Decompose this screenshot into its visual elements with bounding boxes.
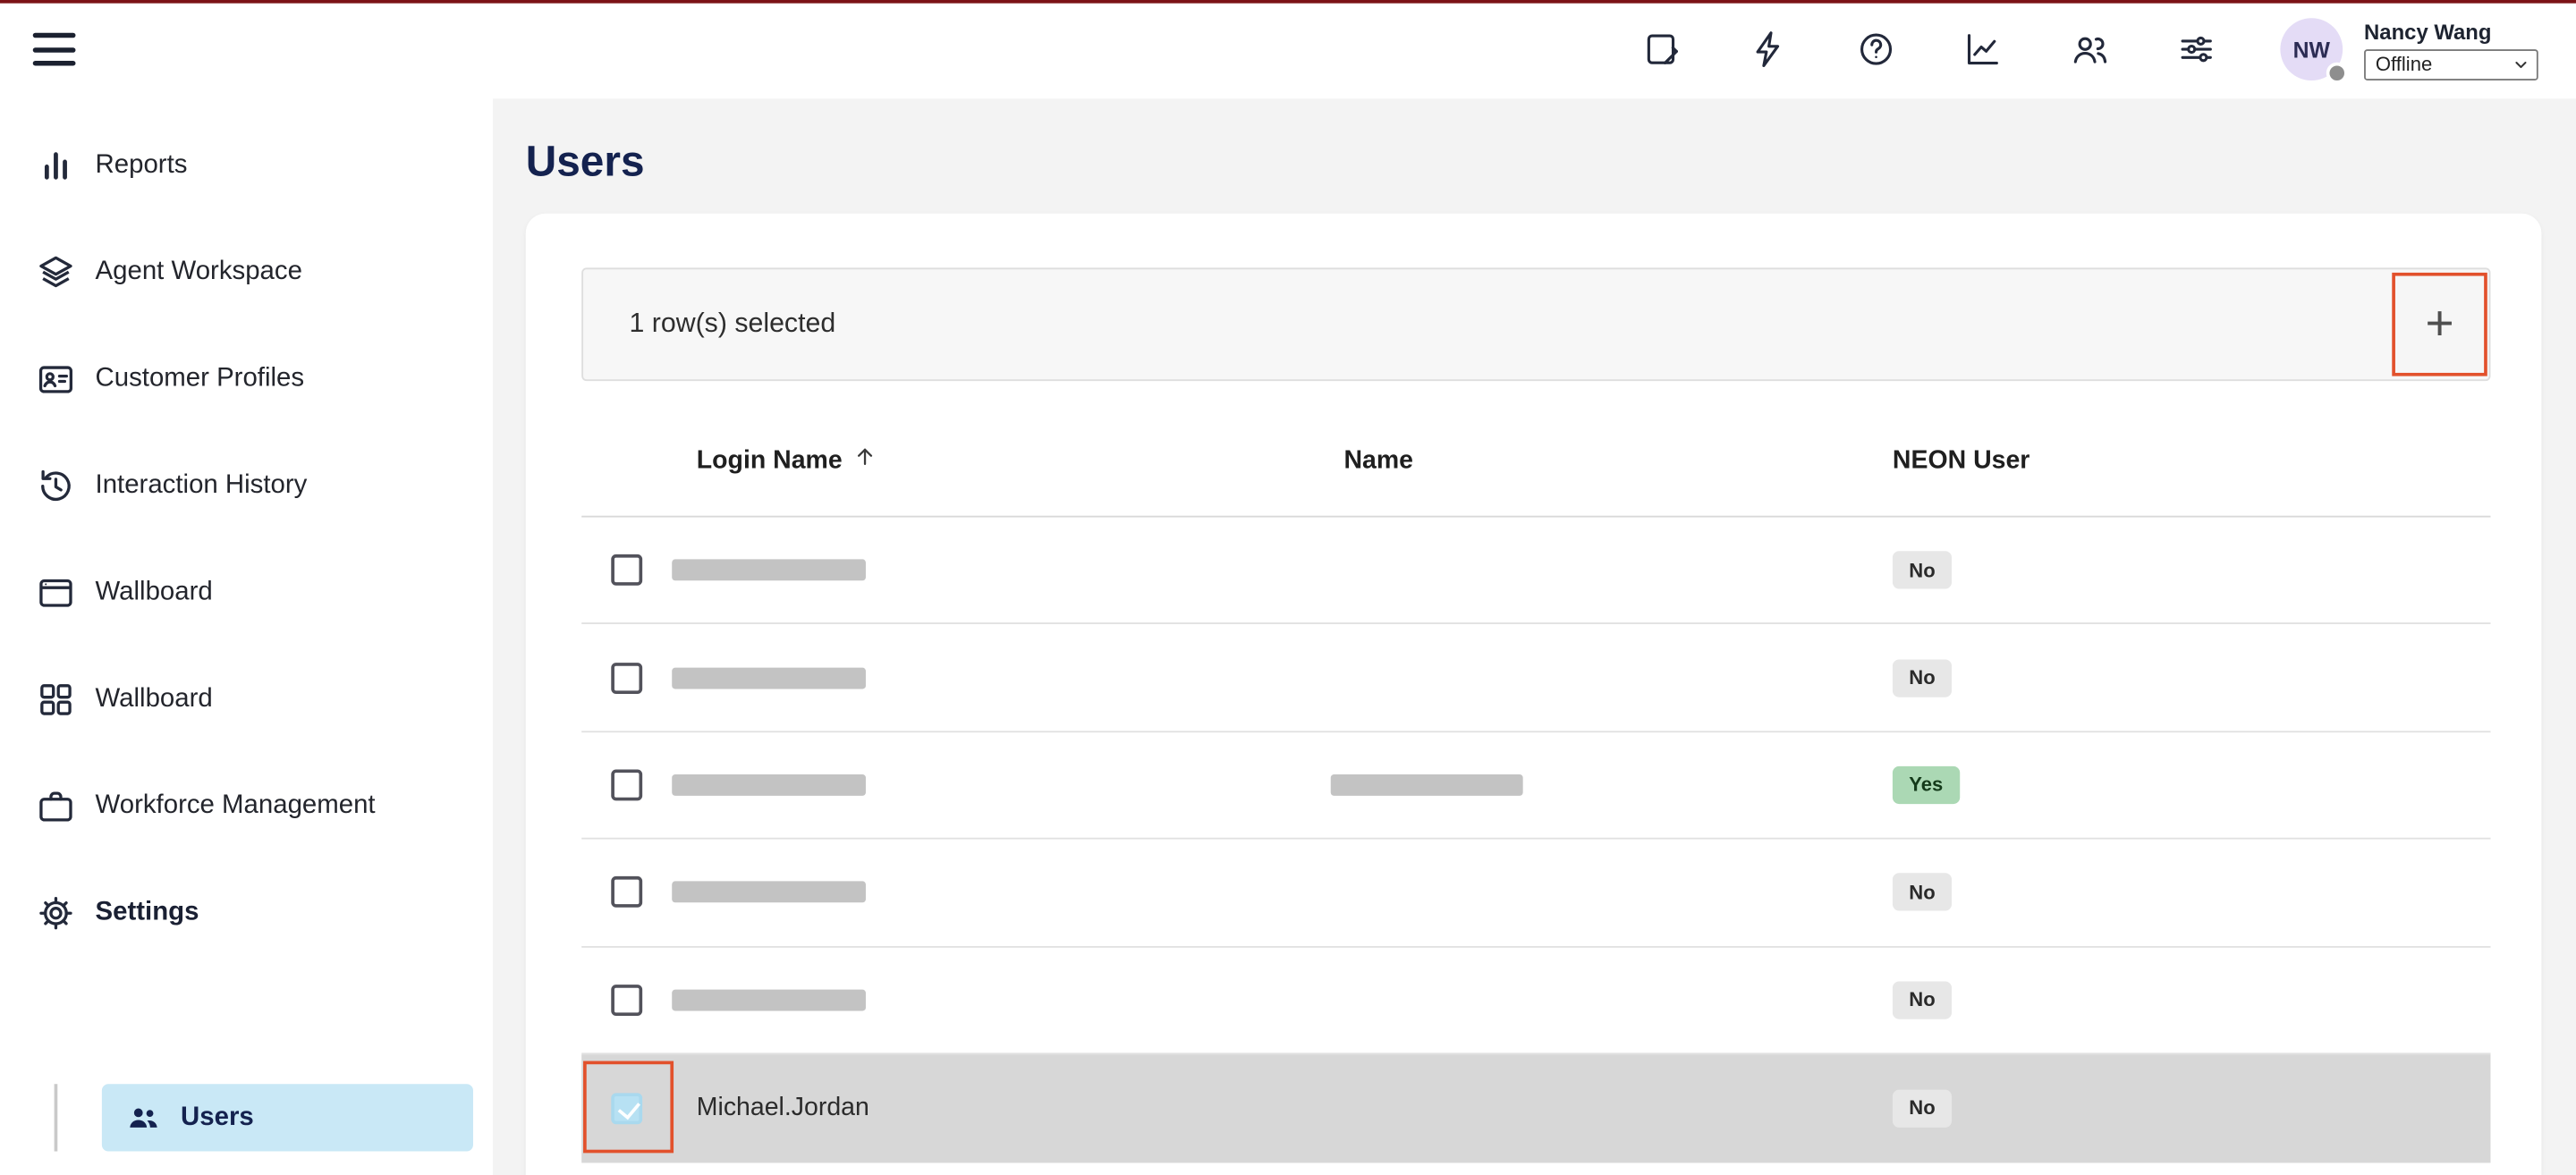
row-checkbox[interactable] xyxy=(611,554,642,586)
history-icon xyxy=(36,466,75,505)
table-row-selected[interactable]: Michael.Jordan No xyxy=(581,1054,2490,1162)
sliders-icon[interactable] xyxy=(2177,30,2216,69)
table-header: Login Name Name NEON User xyxy=(581,381,2490,517)
user-block: Nancy Wang Offline xyxy=(2364,19,2538,80)
row-checkbox[interactable] xyxy=(611,877,642,909)
sidebar-item-label: Interaction History xyxy=(96,470,308,500)
table-row[interactable]: No xyxy=(581,840,2490,947)
redacted-login-bar xyxy=(672,667,866,689)
neon-badge: No xyxy=(1893,874,1952,911)
neon-badge: No xyxy=(1893,981,1952,1019)
window-icon xyxy=(36,572,75,612)
table-row[interactable]: No xyxy=(581,947,2490,1054)
column-header-neon-user[interactable]: NEON User xyxy=(1893,447,2029,477)
redacted-login-bar xyxy=(672,989,866,1010)
hamburger-menu-button[interactable] xyxy=(33,33,79,66)
sidebar-item-label: Users xyxy=(181,1103,254,1132)
table-row[interactable]: Yes xyxy=(581,732,2490,840)
avatar[interactable]: NW xyxy=(2280,18,2343,80)
sidebar-item-users[interactable]: Users xyxy=(102,1084,473,1151)
sidebar-item-interaction-history[interactable]: Interaction History xyxy=(0,432,493,538)
grid-icon xyxy=(36,679,75,718)
sidebar-item-reports[interactable]: Reports xyxy=(0,112,493,218)
offline-status-dot xyxy=(2326,63,2348,84)
main-content: Users 1 row(s) selected + Login Name Nam… xyxy=(493,98,2576,1175)
row-checkbox[interactable] xyxy=(611,769,642,800)
neon-badge: No xyxy=(1893,659,1952,697)
redacted-login-bar xyxy=(672,560,866,581)
sidebar-item-label: Wallboard xyxy=(96,684,213,714)
column-header-login-name[interactable]: Login Name xyxy=(697,447,877,477)
app-window: NW Nancy Wang Offline Reports xyxy=(0,0,2576,1175)
login-name-cell: Michael.Jordan xyxy=(697,1094,869,1123)
analytics-icon[interactable] xyxy=(1963,30,2003,69)
subitem-indent-line xyxy=(55,1084,58,1151)
neon-badge: Yes xyxy=(1893,766,1960,804)
selection-count-text: 1 row(s) selected xyxy=(629,309,835,340)
sidebar-item-settings[interactable]: Settings xyxy=(0,859,493,966)
status-value: Offline xyxy=(2376,53,2432,76)
sidebar-item-customer-profiles[interactable]: Customer Profiles xyxy=(0,325,493,432)
topbar: NW Nancy Wang Offline xyxy=(0,0,2576,98)
avatar-initials: NW xyxy=(2293,37,2330,62)
note-icon[interactable] xyxy=(1643,30,1682,69)
status-select[interactable]: Offline xyxy=(2364,48,2538,80)
chevron-down-icon xyxy=(2512,55,2529,73)
sidebar-item-agent-workspace[interactable]: Agent Workspace xyxy=(0,218,493,325)
lightning-icon[interactable] xyxy=(1750,30,1789,69)
topbar-icon-group xyxy=(1643,30,2216,69)
user-name: Nancy Wang xyxy=(2364,19,2491,44)
neon-badge: No xyxy=(1893,1090,1952,1128)
window-accent-line xyxy=(0,0,2576,4)
sidebar-item-wallboard-2[interactable]: Wallboard xyxy=(0,646,493,752)
table-row[interactable]: No xyxy=(581,625,2490,732)
gear-icon xyxy=(36,892,75,932)
sidebar-item-label: Workforce Management xyxy=(96,790,376,820)
neon-badge: No xyxy=(1893,552,1952,589)
redacted-login-bar xyxy=(672,774,866,796)
sidebar-item-label: Reports xyxy=(96,150,188,180)
sidebar-item-label: Settings xyxy=(96,898,199,927)
sidebar: Reports Agent Workspace Customer Profile… xyxy=(0,98,493,1175)
briefcase-icon xyxy=(36,786,75,825)
row-checkbox[interactable] xyxy=(611,662,642,693)
sidebar-item-workforce-management[interactable]: Workforce Management xyxy=(0,752,493,858)
page-title: Users xyxy=(526,136,645,187)
sidebar-item-label: Agent Workspace xyxy=(96,257,302,286)
add-user-button[interactable]: + xyxy=(2392,273,2487,376)
sidebar-item-label: Wallboard xyxy=(96,578,213,607)
users-panel: 1 row(s) selected + Login Name Name NEON… xyxy=(526,214,2542,1175)
contact-card-icon xyxy=(36,359,75,398)
table-toolbar: 1 row(s) selected + xyxy=(581,267,2490,381)
sort-ascending-icon[interactable] xyxy=(852,443,877,468)
bar-chart-icon xyxy=(36,146,75,185)
sidebar-item-label: Customer Profiles xyxy=(96,364,305,393)
sidebar-item-wallboard-1[interactable]: Wallboard xyxy=(0,538,493,645)
help-icon[interactable] xyxy=(1857,30,1896,69)
table-row[interactable]: No xyxy=(581,518,2490,625)
row-checkbox[interactable] xyxy=(611,985,642,1016)
redacted-login-bar xyxy=(672,882,866,903)
row-checkbox-checked[interactable] xyxy=(611,1093,642,1124)
people-icon[interactable] xyxy=(2070,30,2109,69)
users-icon xyxy=(125,1100,161,1136)
column-header-name[interactable]: Name xyxy=(1343,447,1413,477)
layers-icon xyxy=(36,252,75,292)
redacted-name-bar xyxy=(1331,774,1523,796)
